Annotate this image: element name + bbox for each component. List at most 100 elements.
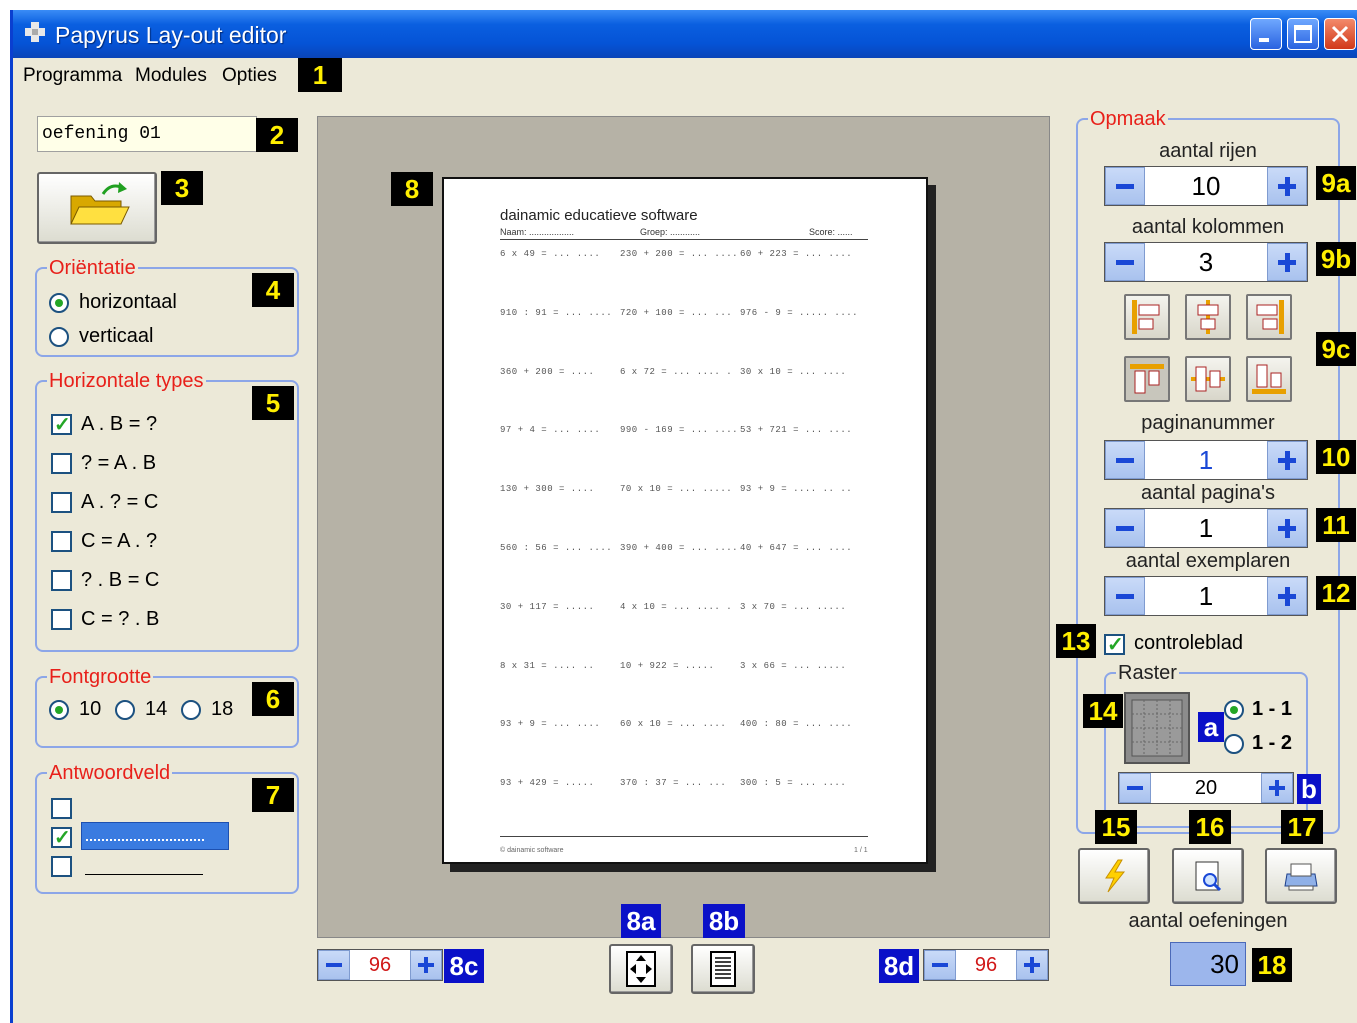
raster-radio-1-1[interactable] <box>1224 700 1244 720</box>
zoom-left-value[interactable]: 96 <box>350 950 410 980</box>
columns-increase-button[interactable] <box>1267 243 1307 281</box>
radio-font-18[interactable] <box>181 700 201 720</box>
grid-button[interactable] <box>1124 692 1190 764</box>
title-bar[interactable]: Papyrus Lay-out editor <box>13 10 1357 58</box>
zoom-right-decrease-button[interactable] <box>924 950 956 980</box>
rows-value[interactable]: 10 <box>1145 167 1267 205</box>
preview-canvas[interactable]: 8 dainamic educatieve software Naam: ...… <box>317 116 1050 938</box>
app-icon <box>25 22 45 42</box>
exercise-item: 93 + 9 = ... .... <box>500 719 601 730</box>
type-label: C = ? . B <box>81 608 160 630</box>
type-checkbox[interactable] <box>51 492 72 513</box>
raster-1-1-label: 1 - 1 <box>1252 698 1293 720</box>
type-checkbox[interactable] <box>51 609 72 630</box>
page-number-value[interactable]: 1 <box>1145 441 1267 479</box>
align-top-button[interactable] <box>1124 356 1170 402</box>
answer-dotted-checkbox[interactable] <box>51 825 72 850</box>
callout-badge: 17 <box>1281 810 1323 844</box>
window-title: Papyrus Lay-out editor <box>55 22 287 48</box>
font-10-label: 10 <box>79 698 102 720</box>
exercise-item: 230 + 200 = ... .... <box>620 249 739 259</box>
type-checkbox[interactable] <box>51 570 72 591</box>
exercise-item: 390 + 400 = ... .... <box>620 543 739 553</box>
page-count-decrease-button[interactable] <box>1105 509 1145 547</box>
copies-increase-button[interactable] <box>1267 577 1307 615</box>
align-bottom-icon <box>1252 364 1286 394</box>
orientation-group: Oriëntatie horizontaal verticaal 4 <box>35 257 299 357</box>
answer-line-checkbox[interactable] <box>51 856 72 877</box>
exercise-item: 60 + 223 = ... .... <box>740 249 853 259</box>
zoom-left-decrease-button[interactable] <box>318 950 350 980</box>
columns-decrease-button[interactable] <box>1105 243 1145 281</box>
exercise-item: 990 - 169 = ... .... <box>620 425 739 436</box>
close-button[interactable] <box>1324 18 1356 50</box>
type-checkbox[interactable] <box>51 531 72 552</box>
app-window: Papyrus Lay-out editor Programma Modules… <box>10 10 1357 1023</box>
horizontal-types-group: Horizontale types 5 A . B = ? ? = A . B … <box>35 370 299 652</box>
callout-badge: 2 <box>256 118 298 152</box>
answer-none-checkbox[interactable] <box>51 798 72 819</box>
align-left-icon <box>1132 300 1160 334</box>
exercise-name-input[interactable] <box>37 116 257 152</box>
raster-value[interactable]: 20 <box>1151 773 1261 803</box>
rows-increase-button[interactable] <box>1267 167 1307 205</box>
radio-vertical[interactable] <box>49 327 69 347</box>
page-count-label: aantal pagina's <box>1141 482 1275 504</box>
page-count-value[interactable]: 1 <box>1145 509 1267 547</box>
type-label: C = A . ? <box>81 530 158 552</box>
solid-line-sample[interactable] <box>85 874 203 875</box>
controleblad-label: controleblad <box>1134 632 1243 654</box>
zoom-right-value[interactable]: 96 <box>956 950 1016 980</box>
columns-value[interactable]: 3 <box>1145 243 1267 281</box>
radio-horizontal-label: horizontaal <box>79 291 177 313</box>
callout-badge: 16 <box>1189 810 1231 844</box>
radio-horizontal[interactable] <box>49 293 69 313</box>
callout-badge: 8 <box>391 172 433 206</box>
align-right-button[interactable] <box>1246 294 1292 340</box>
radio-font-10[interactable] <box>49 700 69 720</box>
open-file-button[interactable] <box>37 172 157 244</box>
raster-radio-1-2[interactable] <box>1224 734 1244 754</box>
dotted-line-option[interactable] <box>81 822 229 850</box>
page-count-increase-button[interactable] <box>1267 509 1307 547</box>
rows-decrease-button[interactable] <box>1105 167 1145 205</box>
callout-badge: 13 <box>1056 624 1096 658</box>
print-preview-button[interactable] <box>1172 848 1244 904</box>
raster-group: Raster a 1 - 1 1 - 2 <box>1104 662 1308 828</box>
align-center-button[interactable] <box>1185 294 1231 340</box>
full-page-button[interactable] <box>691 944 755 994</box>
align-bottom-button[interactable] <box>1246 356 1292 402</box>
raster-increase-button[interactable] <box>1261 773 1293 803</box>
doc-score-field: Score: ...... <box>809 227 853 237</box>
maximize-button[interactable] <box>1287 18 1319 50</box>
fit-page-button[interactable] <box>609 944 673 994</box>
exercise-item: 360 + 200 = .... <box>500 366 595 377</box>
raster-decrease-button[interactable] <box>1119 773 1151 803</box>
zoom-left-increase-button[interactable] <box>410 950 442 980</box>
exercise-item: 560 : 56 = ... .... <box>500 543 613 553</box>
menu-modules[interactable]: Modules <box>135 65 207 87</box>
zoom-right-increase-button[interactable] <box>1016 950 1048 980</box>
copies-decrease-button[interactable] <box>1105 577 1145 615</box>
align-left-button[interactable] <box>1124 294 1170 340</box>
minimize-button[interactable] <box>1250 18 1282 50</box>
type-checkbox[interactable] <box>51 453 72 474</box>
generate-button[interactable] <box>1078 848 1150 904</box>
exercise-item: 910 : 91 = ... .... <box>500 307 613 318</box>
controleblad-checkbox[interactable] <box>1104 632 1125 657</box>
callout-badge: 9b <box>1316 242 1356 276</box>
menu-opties[interactable]: Opties <box>222 65 277 87</box>
menu-programma[interactable]: Programma <box>23 65 122 87</box>
radio-font-14[interactable] <box>115 700 135 720</box>
callout-badge: 12 <box>1316 576 1356 610</box>
page-number-decrease-button[interactable] <box>1105 441 1145 479</box>
align-middle-button[interactable] <box>1185 356 1231 402</box>
page-number-increase-button[interactable] <box>1267 441 1307 479</box>
print-button[interactable] <box>1265 848 1337 904</box>
zoom-left-stepper: 96 <box>317 949 443 981</box>
type-checkbox[interactable] <box>51 412 72 437</box>
exercise-item: 30 + 117 = ..... <box>500 601 595 612</box>
zoom-right-stepper: 96 <box>923 949 1049 981</box>
copies-value[interactable]: 1 <box>1145 577 1267 615</box>
page-number-stepper: 1 <box>1104 440 1308 480</box>
